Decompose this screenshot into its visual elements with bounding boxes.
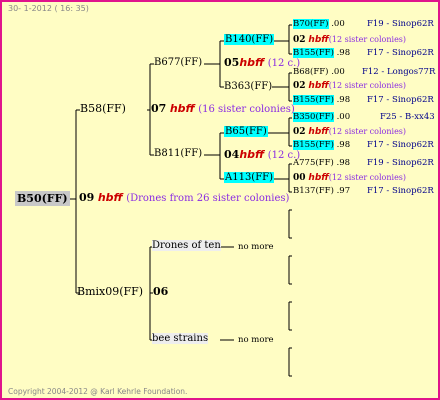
b363-mating-num: 02 bbox=[293, 81, 306, 91]
row-value: .98 bbox=[336, 140, 351, 150]
row-value: .98 bbox=[336, 158, 351, 168]
drones-no-more: no more bbox=[238, 242, 274, 252]
queen-bmix09[interactable]: Bmix09(FF) bbox=[77, 285, 143, 298]
queen-b140[interactable]: B140(FF) bbox=[224, 34, 275, 45]
row-source: F17 - Sinop62R bbox=[367, 48, 434, 58]
root-mating-code: hbff bbox=[97, 191, 123, 204]
queen-b65[interactable]: B65(FF) bbox=[224, 126, 268, 137]
b363-mating: 02 hbff(12 sister colonies) bbox=[293, 81, 406, 91]
b363-mating-note: (12 sister colonies) bbox=[328, 81, 407, 90]
row-value: .00 bbox=[331, 19, 345, 29]
row-b155-c[interactable]: B155(FF) .98 bbox=[293, 140, 350, 150]
row-name: B155(FF) bbox=[293, 48, 334, 58]
row-source: F17 - Sinop62R bbox=[367, 95, 434, 105]
row-a775[interactable]: A775(FF) .98 bbox=[293, 158, 350, 168]
row-name: B137(FF) bbox=[293, 186, 334, 196]
row-b70[interactable]: B70(FF) .00 bbox=[293, 19, 345, 29]
row-source: F19 - Sinop62R bbox=[367, 158, 434, 168]
b65-mating-note: (12 sister colonies) bbox=[328, 127, 407, 136]
row-name: B155(FF) bbox=[293, 95, 334, 105]
b58-mating-note: (16 sister colonies) bbox=[198, 104, 295, 115]
b140-mating-num: 02 bbox=[293, 35, 306, 45]
row-b155-a[interactable]: B155(FF) .98 bbox=[293, 48, 350, 58]
row-name: B350(FF) bbox=[293, 112, 334, 122]
row-b68[interactable]: B68(FF) .00 bbox=[293, 67, 345, 77]
row-value: .97 bbox=[336, 186, 351, 196]
b811-mating-num: 04 bbox=[224, 148, 240, 161]
b65-mating-num: 02 bbox=[293, 127, 306, 137]
queen-a113[interactable]: A113(FF) bbox=[224, 172, 274, 183]
bee-strains[interactable]: bee strains bbox=[152, 333, 209, 344]
row-value: .98 bbox=[336, 48, 351, 58]
pedigree-frame: 30- 1-2012 ( 16: 35) B50(FF) 09 hbff (Dr… bbox=[0, 0, 440, 400]
b140-mating: 02 hbff(12 sister colonies) bbox=[293, 35, 406, 45]
b65-mating-code: hbff bbox=[308, 127, 329, 137]
bee-no-more: no more bbox=[238, 335, 274, 345]
row-name: B68(FF) bbox=[293, 67, 329, 77]
row-source: F19 - Sinop62R bbox=[367, 19, 434, 29]
drones-of-ten[interactable]: Drones of ten bbox=[152, 240, 221, 251]
row-b350[interactable]: B350(FF) .00 bbox=[293, 112, 350, 122]
b65-mating: 02 hbff(12 sister colonies) bbox=[293, 127, 406, 137]
row-name: A775(FF) bbox=[293, 158, 334, 168]
a113-mating: 00 hbff(12 sister colonies) bbox=[293, 173, 406, 183]
b140-mating-code: hbff bbox=[308, 35, 329, 45]
b811-mating: 04hbff (12 c.) bbox=[224, 148, 300, 161]
row-source: F25 - B-xx43 bbox=[380, 112, 435, 122]
queen-b677[interactable]: B677(FF) bbox=[154, 57, 202, 68]
root-mating: 09 hbff (Drones from 26 sister colonies) bbox=[79, 191, 289, 204]
copyright: Copyright 2004-2012 @ Karl Kehrle Founda… bbox=[8, 387, 188, 396]
b58-mating-code: hbff bbox=[169, 102, 195, 115]
a113-mating-note: (12 sister colonies) bbox=[328, 173, 407, 182]
root-mating-num: 09 bbox=[79, 191, 95, 204]
b677-mating-code: hbff bbox=[239, 56, 265, 69]
b811-mating-code: hbff bbox=[239, 148, 265, 161]
row-source: F17 - Sinop62R bbox=[367, 186, 434, 196]
root-queen[interactable]: B50(FF) bbox=[15, 191, 70, 206]
b677-mating: 05hbff (12 c.) bbox=[224, 56, 300, 69]
b58-mating-num: 07 bbox=[151, 102, 167, 115]
queen-b363[interactable]: B363(FF) bbox=[224, 81, 272, 92]
queen-b58[interactable]: B58(FF) bbox=[80, 102, 126, 115]
row-name: B155(FF) bbox=[293, 140, 334, 150]
row-name: B70(FF) bbox=[293, 19, 329, 29]
row-source: F17 - Sinop62R bbox=[367, 140, 434, 150]
a113-mating-code: hbff bbox=[308, 173, 329, 183]
row-source: F12 - Longos77R bbox=[362, 67, 436, 77]
root-mating-note: (Drones from 26 sister colonies) bbox=[126, 193, 290, 204]
b677-mating-num: 05 bbox=[224, 56, 240, 69]
row-b137[interactable]: B137(FF) .97 bbox=[293, 186, 350, 196]
row-value: .00 bbox=[336, 112, 351, 122]
a113-mating-num: 00 bbox=[293, 173, 306, 183]
row-b155-b[interactable]: B155(FF) .98 bbox=[293, 95, 350, 105]
queen-b811[interactable]: B811(FF) bbox=[154, 148, 202, 159]
b58-mating: 07 hbff (16 sister colonies) bbox=[151, 102, 295, 115]
bmix-mating-num: 06 bbox=[153, 285, 169, 298]
b363-mating-code: hbff bbox=[308, 81, 329, 91]
b140-mating-note: (12 sister colonies) bbox=[328, 35, 407, 44]
row-value: .00 bbox=[331, 67, 345, 77]
row-value: .98 bbox=[336, 95, 351, 105]
